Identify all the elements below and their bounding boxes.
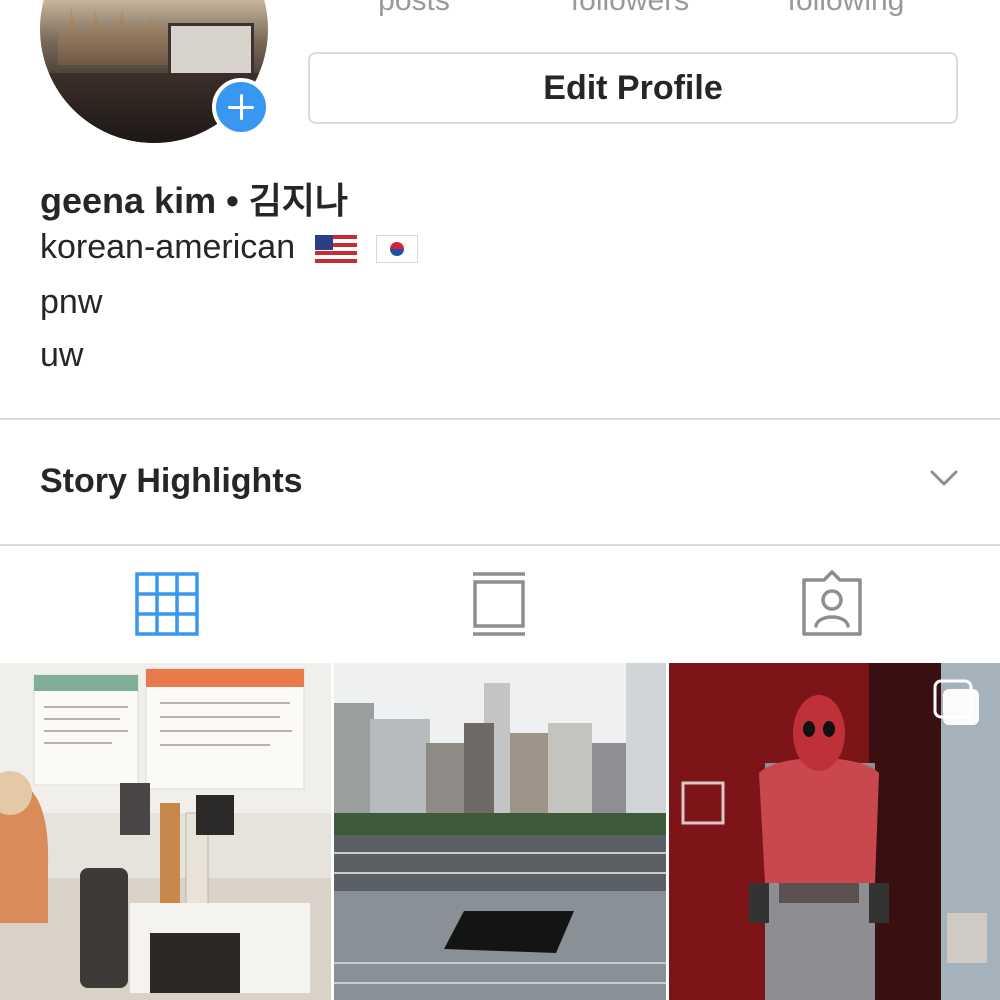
cafe-counter-image [0,663,331,1000]
grid-icon[interactable] [131,568,203,640]
multiple-photos-icon [943,689,979,725]
posts-label[interactable]: posts [314,0,514,18]
feed-icon[interactable] [463,568,535,640]
costume-exhibit-image [669,663,1000,1000]
grid-photo-1[interactable] [0,663,331,1000]
memorial-pool-image [334,663,666,1000]
profile-stats: posts followers following [308,0,960,24]
grid-photo-3[interactable] [669,663,1000,1000]
chevron-down-icon[interactable] [930,468,958,488]
korea-flag-icon [376,235,419,264]
profile-display-name: geena kim • 김지나 [40,180,349,221]
bio-line-1: korean-american [40,228,419,267]
bio-line-2: pnw [40,283,103,321]
add-story-icon[interactable] [212,78,270,136]
edit-profile-button[interactable]: Edit Profile [308,52,958,124]
tagged-icon[interactable] [796,568,868,640]
following-label[interactable]: following [746,0,946,18]
grid-photo-2[interactable] [334,663,666,1000]
avatar-photo-castle [58,5,168,65]
bio-line-3: uw [40,336,84,374]
bio-line-1-text: korean-american [40,228,296,266]
story-highlights-title[interactable]: Story Highlights [40,462,303,501]
divider-bottom [0,544,1000,546]
divider-top [0,418,1000,420]
followers-label[interactable]: followers [530,0,730,18]
us-flag-icon [314,235,357,264]
